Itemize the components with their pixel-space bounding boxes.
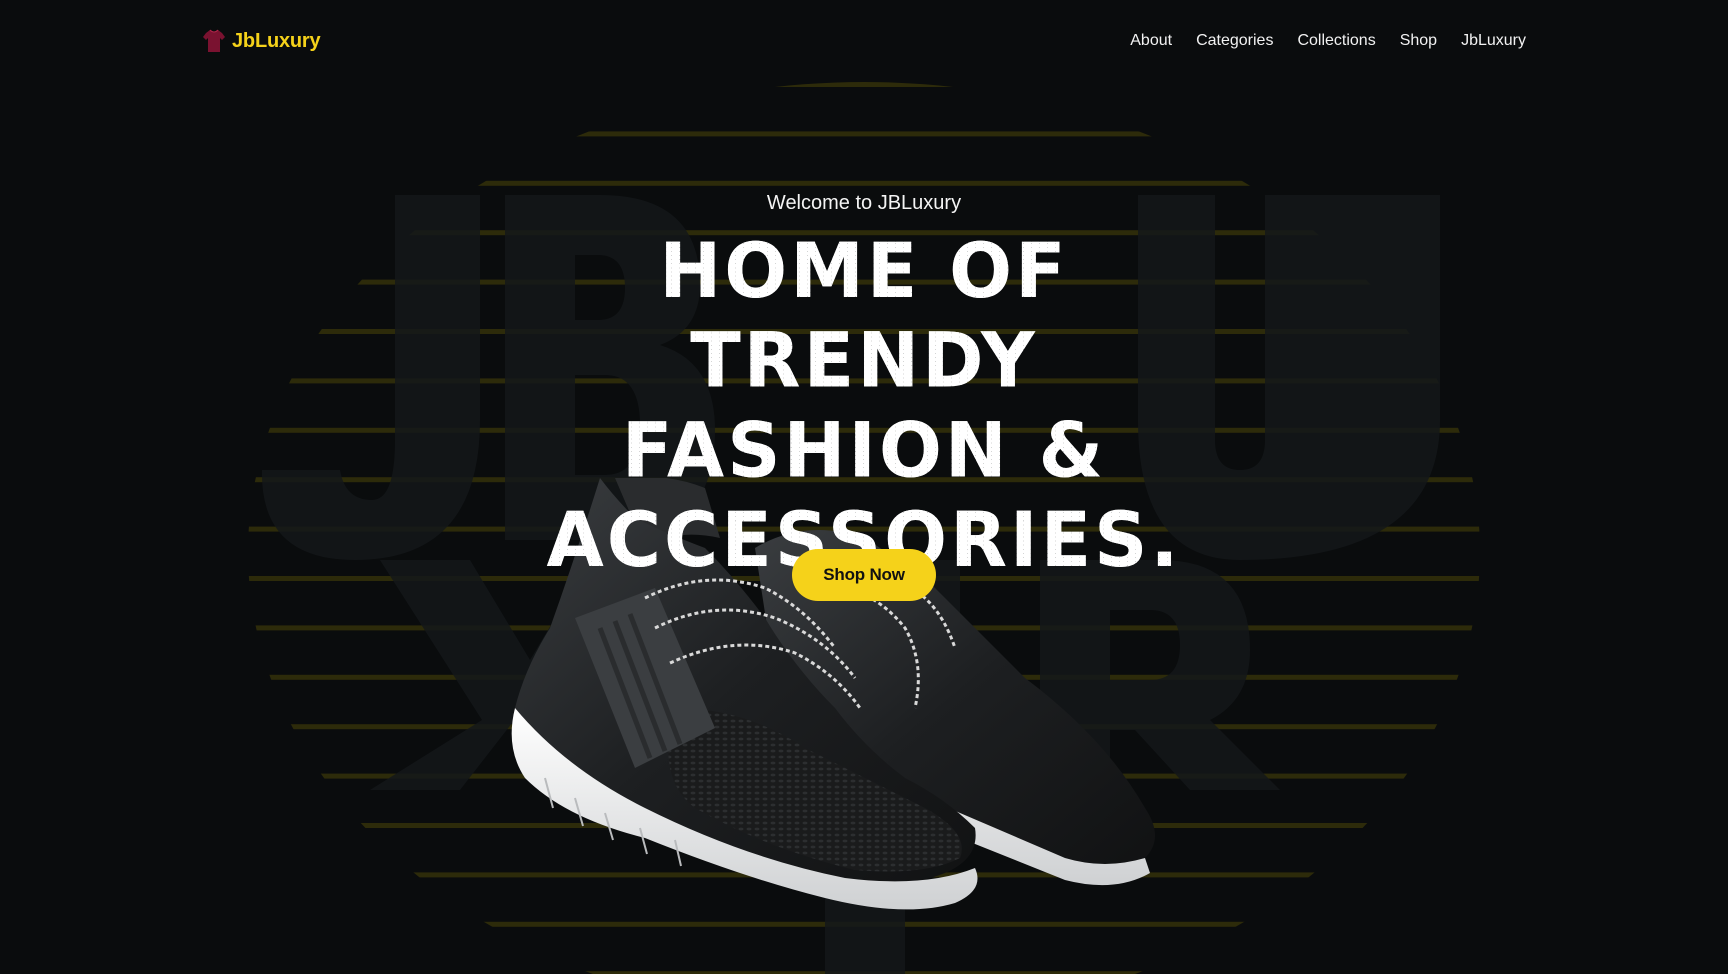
nav-links: About Categories Collections Shop JbLuxu… xyxy=(1130,26,1526,56)
shirt-icon xyxy=(203,29,225,52)
landing-page: JbLuxury About Categories Collections Sh… xyxy=(0,0,1728,974)
disc-stripe xyxy=(248,82,1480,87)
nav-link-about[interactable]: About xyxy=(1130,32,1172,50)
nav-link-collections[interactable]: Collections xyxy=(1297,32,1375,50)
brand-name: JbLuxury xyxy=(232,29,321,52)
disc-stripe xyxy=(248,131,1480,137)
shop-now-button[interactable]: Shop Now xyxy=(792,549,936,601)
nav-link-jbluxury[interactable]: JbLuxury xyxy=(1461,32,1526,50)
hero-section: Welcome to JBLuxury HOME OF TRENDY FASHI… xyxy=(0,188,1728,586)
hero-headline: HOME OF TRENDY FASHION & ACCESSORIES. xyxy=(504,226,1224,586)
nav-link-shop[interactable]: Shop xyxy=(1400,32,1437,50)
welcome-text: Welcome to JBLuxury xyxy=(766,192,962,214)
brand-logo-link[interactable]: JbLuxury xyxy=(202,26,321,56)
nav-link-categories[interactable]: Categories xyxy=(1196,32,1273,50)
disc-stripe xyxy=(248,180,1480,186)
navbar: JbLuxury About Categories Collections Sh… xyxy=(0,0,1728,82)
